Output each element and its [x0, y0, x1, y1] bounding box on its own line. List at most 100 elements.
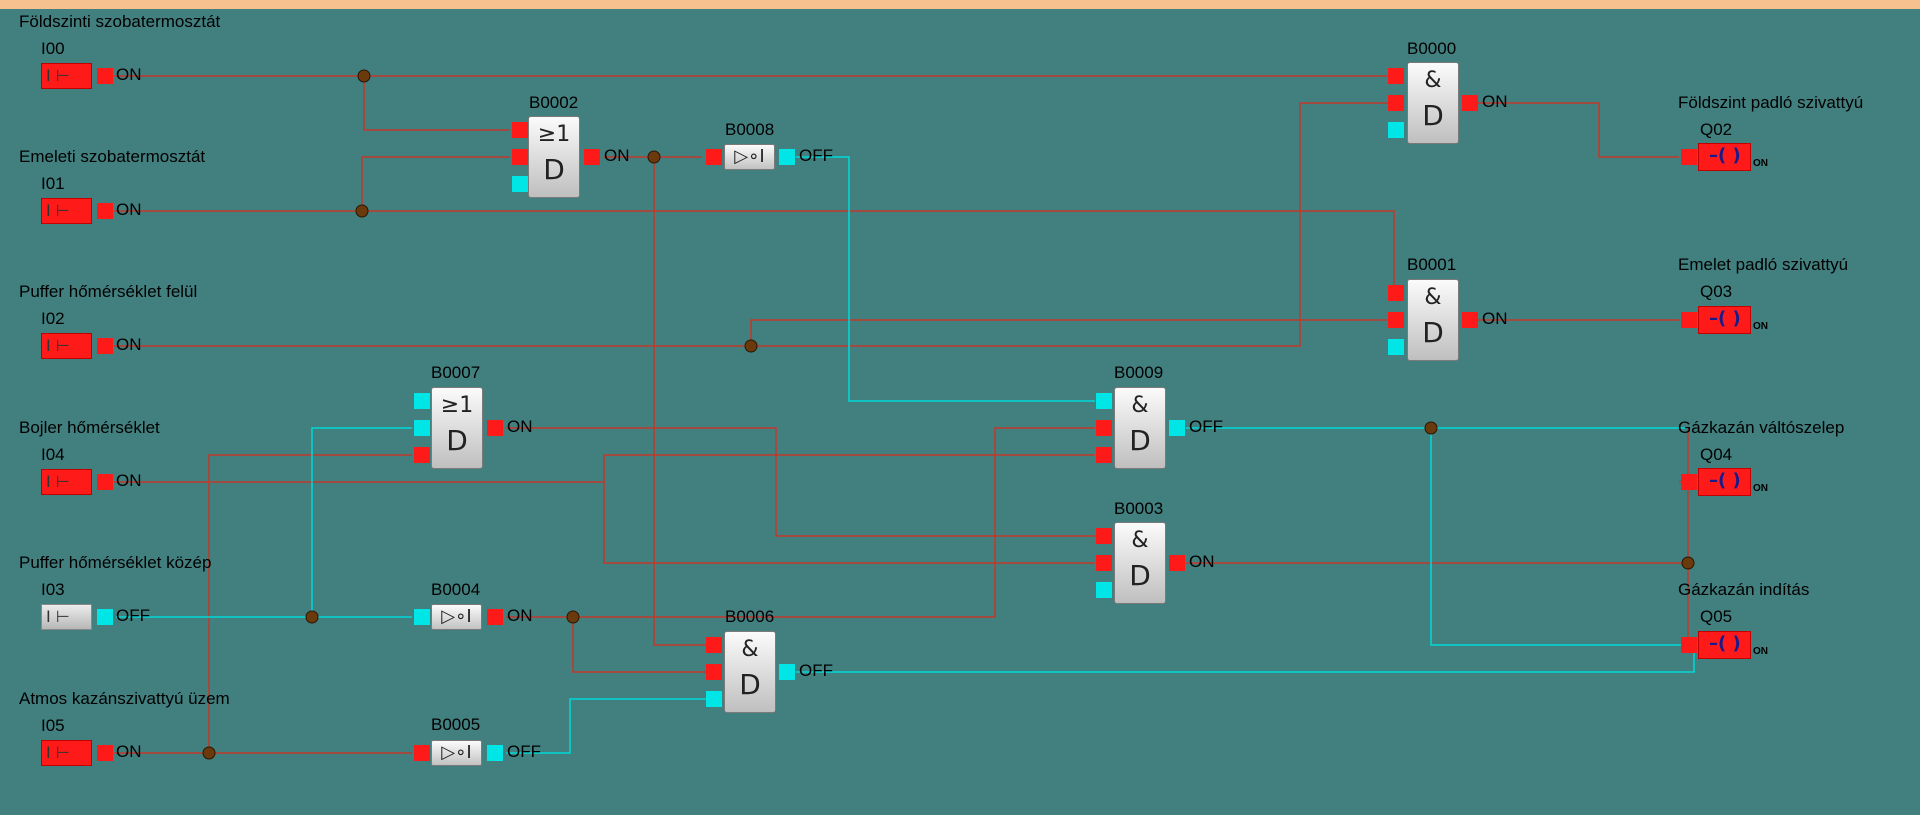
wire [603, 482, 1095, 564]
junction-dot [202, 746, 216, 760]
wire [311, 427, 412, 617]
input-pin [1388, 68, 1404, 84]
output-id: Q04 [1700, 445, 1733, 464]
or-gate-icon[interactable]: ≥1 D [528, 116, 580, 198]
input-pin [1388, 285, 1404, 301]
input-switch-icon[interactable]: I ⊢ [41, 740, 92, 766]
junctions [202, 69, 1697, 760]
output-pin [97, 203, 113, 219]
wire-layer [114, 69, 1697, 760]
output-id: Q03 [1700, 282, 1733, 301]
state-label: ON [1482, 92, 1508, 111]
block-id: B0009 [1114, 363, 1164, 382]
input-switch-icon[interactable]: I ⊢ [41, 198, 92, 224]
input-switch-icon[interactable]: I ⊢ [41, 333, 92, 359]
coil-icon[interactable]: –( ) [1698, 468, 1751, 496]
junction-dot [357, 69, 371, 83]
state-label: ON [116, 471, 142, 490]
input-pin [1681, 149, 1697, 165]
state-label: OFF [799, 661, 833, 680]
not-gate-icon[interactable]: ▷∘I [431, 740, 482, 766]
coil-icon[interactable]: –( ) [1698, 143, 1751, 171]
input-name: Atmos kazánszivattyú üzem [19, 689, 230, 708]
state-label: ON [1753, 646, 1768, 657]
wire [114, 210, 1404, 294]
input-pin [706, 149, 722, 165]
on-wires [114, 75, 1689, 754]
input-pin [414, 745, 430, 761]
input-name: Földszinti szobatermosztát [19, 12, 221, 31]
junction-dot [305, 610, 319, 624]
output-pin [1169, 555, 1185, 571]
and-gate-icon[interactable]: & D [1114, 522, 1166, 604]
block-id: B0001 [1407, 255, 1457, 274]
input-id: I04 [41, 445, 65, 464]
and-gate-icon[interactable]: & D [1114, 387, 1166, 469]
input-pin [1096, 582, 1112, 598]
block-id: B0003 [1114, 499, 1164, 518]
block-id: B0004 [431, 580, 481, 599]
input-pin [1681, 312, 1697, 328]
output-name: Gázkazán váltószelep [1678, 418, 1845, 437]
output-pin [97, 745, 113, 761]
output-pin [487, 420, 503, 436]
wire [361, 156, 510, 211]
input-pin [1388, 312, 1404, 328]
output-id: Q02 [1700, 120, 1733, 139]
output-name: Földszint padló szivattyú [1678, 93, 1864, 112]
input-pin [1096, 528, 1112, 544]
block-id: B0002 [529, 93, 579, 112]
and-gate-icon[interactable]: & D [1407, 62, 1459, 144]
input-pin [414, 393, 430, 409]
state-label: ON [507, 606, 533, 625]
output-pin [1462, 95, 1478, 111]
not-gate-icon[interactable]: ▷∘I [724, 144, 775, 170]
input-id: I02 [41, 309, 65, 328]
input-pin [1388, 339, 1404, 355]
output-pin [97, 68, 113, 84]
block-id: B0000 [1407, 39, 1457, 58]
not-gate-icon[interactable]: ▷∘I [431, 604, 482, 630]
junction-dot [355, 204, 369, 218]
or-gate-icon[interactable]: ≥1 D [431, 387, 483, 469]
input-pin [1388, 122, 1404, 138]
input-name: Puffer hőmérséklet felül [19, 282, 198, 301]
input-pin [512, 122, 528, 138]
and-gate-icon[interactable]: & D [724, 631, 776, 713]
wire [653, 157, 706, 646]
input-id: I01 [41, 174, 65, 193]
wire [363, 76, 510, 131]
output-pin [779, 664, 795, 680]
output-pin [584, 149, 600, 165]
block-id: B0007 [431, 363, 481, 382]
input-switch-icon[interactable]: I ⊢ [41, 604, 92, 630]
coil-icon[interactable]: –( ) [1698, 306, 1751, 334]
junction-dot [1424, 421, 1438, 435]
input-pin [1388, 95, 1404, 111]
input-pin [1681, 637, 1697, 653]
junction-dot [744, 339, 758, 353]
junction-dot [566, 610, 580, 624]
input-name: Puffer hőmérséklet közép [19, 553, 212, 572]
state-label: ON [1753, 158, 1768, 169]
state-label: ON [116, 200, 142, 219]
output-pin [97, 338, 113, 354]
state-label: ON [507, 417, 533, 436]
output-pin [97, 609, 113, 625]
state-label: ON [1753, 321, 1768, 332]
input-pin [706, 664, 722, 680]
input-pin [1681, 474, 1697, 490]
output-pin [1169, 420, 1185, 436]
output-name: Gázkazán indítás [1678, 580, 1810, 599]
input-name: Emeleti szobatermosztát [19, 147, 206, 166]
output-pin [779, 149, 795, 165]
and-gate-icon[interactable]: & D [1407, 279, 1459, 361]
input-pin [414, 420, 430, 436]
wire [796, 653, 1695, 673]
state-label: OFF [799, 146, 833, 165]
input-switch-icon[interactable]: I ⊢ [41, 469, 92, 495]
input-switch-icon[interactable]: I ⊢ [41, 63, 92, 89]
input-pin [1096, 447, 1112, 463]
input-id: I00 [41, 39, 65, 58]
coil-icon[interactable]: –( ) [1698, 631, 1751, 659]
